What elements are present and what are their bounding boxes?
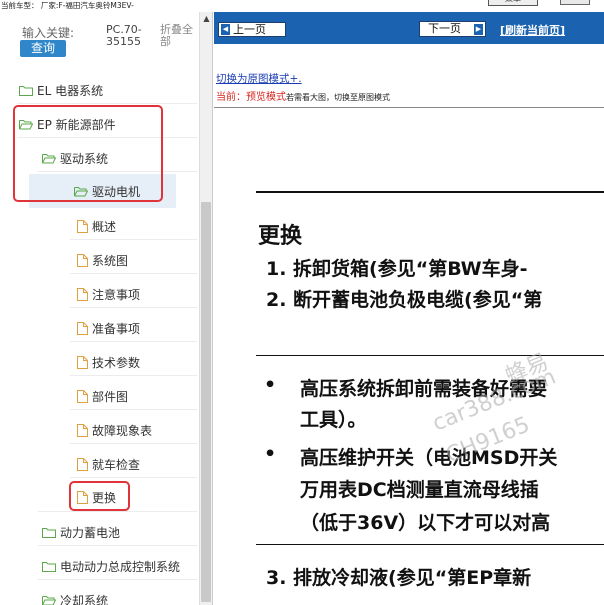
file-icon xyxy=(77,253,88,267)
tree-item-label: 系统图 xyxy=(92,253,129,268)
collapse-all-button[interactable]: 折叠全部 xyxy=(160,24,200,48)
file-icon xyxy=(77,287,88,301)
tree-item-onvehicle-check[interactable]: 就车检查 xyxy=(77,452,140,476)
folder-icon xyxy=(42,527,56,538)
keyword-label[interactable]: 输入关键: xyxy=(22,24,74,41)
sidebar-scrollbar[interactable]: ▲ xyxy=(199,12,212,605)
document-page: 更换 1. 拆卸货箱(参见“第BW车身- 2. 断开蓄电池负极电缆(参见“第 •… xyxy=(214,107,604,605)
sidebar: 输入关键: 查询 PC.70-35155 折叠全部 EL 电器系统 EP 新能源… xyxy=(0,12,213,605)
search-area: 输入关键: 查询 PC.70-35155 折叠全部 xyxy=(0,12,198,60)
highlight-box-replace xyxy=(69,481,130,511)
current-mode-text: 当前：预览模式若需看大图，切换至原图模式 xyxy=(216,88,390,103)
tree-item-label: 部件图 xyxy=(92,389,129,404)
tree-item-label: EL 电器系统 xyxy=(37,83,104,98)
tree-item-fault-table[interactable]: 故障现象表 xyxy=(77,418,152,442)
tree-item-label: 就车检查 xyxy=(92,457,141,472)
model-code: PC.70-35155 xyxy=(106,23,142,48)
prev-page-label: 上一页 xyxy=(233,23,266,36)
file-icon xyxy=(77,321,88,335)
tree-item-powertrain-control[interactable]: 电动动力总成控制系统 xyxy=(42,554,180,578)
bullet-1: • xyxy=(264,374,277,396)
step-2: 2. 断开蓄电池负极电缆(参见“第 xyxy=(266,289,543,311)
tree-item-el[interactable]: EL 电器系统 xyxy=(19,78,103,102)
note-rule-bottom xyxy=(256,544,604,545)
file-icon xyxy=(77,389,88,403)
nav-bar: ◀ 上一页 下一页 ▶ [刷新当前页] xyxy=(214,12,604,44)
highlight-box-ep xyxy=(13,105,163,202)
folder-icon xyxy=(19,85,33,96)
bullet-2: • xyxy=(264,443,277,465)
scroll-up-arrow-icon[interactable]: ▲ xyxy=(200,12,212,26)
folder-open-icon xyxy=(42,595,56,605)
search-button[interactable]: 查询 xyxy=(20,40,66,57)
tree-item-label: 动力蓄电池 xyxy=(60,525,121,540)
tree-item-precautions[interactable]: 注意事项 xyxy=(77,282,140,306)
note-2c: （低于36V）以下才可以对高 xyxy=(300,512,551,534)
file-icon xyxy=(77,423,88,437)
scroll-thumb[interactable] xyxy=(201,202,211,602)
current-mode-hint: 若需看大图，切换至原图模式 xyxy=(286,93,390,102)
top-rule xyxy=(256,191,604,193)
tree-item-cooling-system[interactable]: 冷却系统 xyxy=(42,588,108,605)
tree-item-tech-params[interactable]: 技术参数 xyxy=(77,350,140,374)
tree-item-overview[interactable]: 概述 xyxy=(77,214,116,238)
current-prefix: 当前： xyxy=(216,92,246,103)
tree-item-label: 注意事项 xyxy=(92,287,141,302)
file-icon xyxy=(77,219,88,233)
note-2: 高压维护开关（电池MSD开关 xyxy=(300,447,558,469)
note-2b: 万用表DC档测量直流母线插 xyxy=(300,479,539,501)
file-icon xyxy=(77,457,88,471)
top-strip: 当前车型： 厂家:F-福田汽车奥铃M3EV- 菜单 xyxy=(0,0,604,12)
current-mode-value: 预览模式 xyxy=(246,92,286,103)
next-page-button[interactable]: 下一页 ▶ xyxy=(419,21,486,37)
tree-item-label: 技术参数 xyxy=(92,355,141,370)
tree-item-power-battery[interactable]: 动力蓄电池 xyxy=(42,520,120,544)
menu-button[interactable]: 菜单 xyxy=(488,0,538,6)
file-icon xyxy=(77,355,88,369)
note-rule-top xyxy=(256,355,604,356)
tree-item-label: 准备事项 xyxy=(92,321,141,336)
document-viewer: ◀ 上一页 下一页 ▶ [刷新当前页] 切换为原图模式+. 当前：预览模式若需看… xyxy=(214,12,604,605)
step-1: 1. 拆卸货箱(参见“第BW车身- xyxy=(266,258,528,280)
folder-icon xyxy=(42,561,56,572)
note-1b: 工具）。 xyxy=(300,409,367,431)
switch-original-mode-link[interactable]: 切换为原图模式+. xyxy=(216,71,302,86)
tree-item-label: 冷却系统 xyxy=(60,593,109,605)
arrow-right-icon: ▶ xyxy=(474,24,483,35)
next-page-label: 下一页 xyxy=(428,22,461,35)
tree-item-label: 概述 xyxy=(92,219,117,234)
arrow-left-icon: ◀ xyxy=(221,24,230,35)
doc-heading: 更换 xyxy=(258,224,303,249)
refresh-page-link[interactable]: [刷新当前页] xyxy=(500,22,565,38)
window-icon[interactable] xyxy=(560,0,590,5)
step-3: 3. 排放冷却液(参见“第EP章新 xyxy=(266,567,532,589)
prev-page-button[interactable]: ◀ 上一页 xyxy=(218,22,286,37)
tree-item-system-diagram[interactable]: 系统图 xyxy=(77,248,128,272)
tree-item-label: 故障现象表 xyxy=(92,423,153,438)
tree-item-label: 电动动力总成控制系统 xyxy=(60,559,181,574)
vehicle-label: 当前车型： 厂家:F-福田汽车奥铃M3EV- xyxy=(1,1,134,10)
tree-item-parts-diagram[interactable]: 部件图 xyxy=(77,384,128,408)
tree-item-preparation[interactable]: 准备事项 xyxy=(77,316,140,340)
